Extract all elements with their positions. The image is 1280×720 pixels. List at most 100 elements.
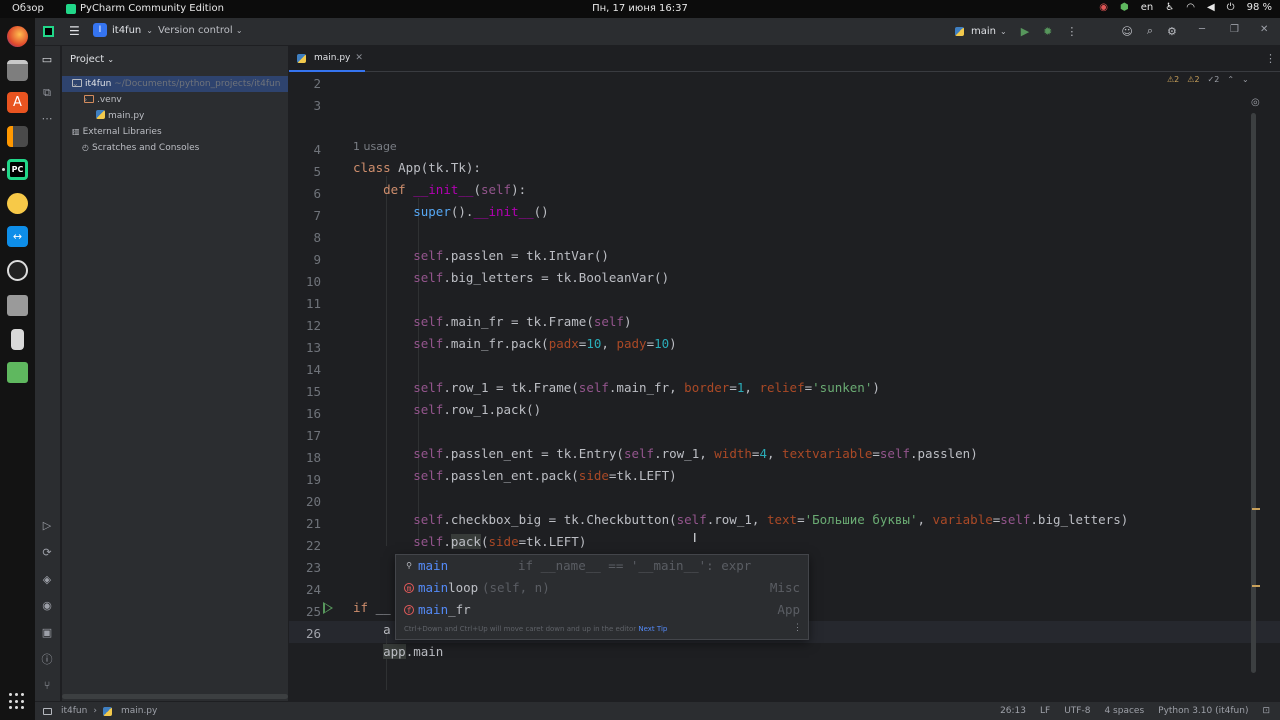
teamviewer-icon[interactable]: ↔ bbox=[7, 226, 28, 247]
volume-icon[interactable]: ◀ bbox=[1207, 2, 1215, 13]
problems-icon[interactable]: ⓘ bbox=[40, 653, 54, 667]
system-tray[interactable]: ◉ ⬢ en ♿ ◠ ◀ ⏻ 98 % bbox=[1099, 2, 1272, 13]
minimize-button[interactable]: ─ bbox=[1199, 24, 1205, 35]
caret-position[interactable]: 26:13 bbox=[1000, 706, 1026, 716]
activities-button[interactable]: Обзор bbox=[12, 3, 44, 14]
breadcrumb: it4fun › main.py bbox=[43, 706, 157, 716]
usage-hint[interactable]: 1 usage bbox=[353, 140, 397, 153]
app-menu[interactable]: PyCharm Community Edition bbox=[66, 3, 224, 14]
code-line: super().__init__() bbox=[413, 204, 549, 219]
shield-icon[interactable]: ⬢ bbox=[1120, 2, 1129, 13]
debug-icon[interactable]: ✹ bbox=[1043, 25, 1052, 38]
project-widget[interactable]: I it4fun ⌄ bbox=[93, 23, 153, 37]
clock[interactable]: Пн, 17 июня 16:37 bbox=[592, 3, 688, 14]
usb-drive-icon[interactable] bbox=[11, 329, 24, 350]
line-number: 6 bbox=[313, 186, 321, 201]
completion-item[interactable]: ⚲ main if __name__ == '__main__': expr bbox=[396, 555, 808, 577]
next-tip-link[interactable]: Next Tip bbox=[638, 625, 667, 633]
lock-icon[interactable]: ⊡ bbox=[1262, 706, 1270, 716]
code-line: class App(tk.Tk): bbox=[353, 160, 481, 175]
close-tab-icon[interactable]: ✕ bbox=[355, 53, 363, 63]
status-bar: it4fun › main.py 26:13 LF UTF-8 4 spaces… bbox=[35, 701, 1280, 720]
ai-assistant-icon[interactable]: ◎ bbox=[1251, 97, 1260, 108]
code-line: self.pack(side=tk.LEFT) bbox=[413, 534, 587, 549]
completion-tip: Ctrl+Down and Ctrl+Up will move caret do… bbox=[404, 625, 668, 633]
tree-item-scratches[interactable]: ◴ Scratches and Consoles bbox=[62, 140, 288, 156]
line-number: 2 bbox=[313, 76, 321, 91]
project-panel-title[interactable]: Project ⌄ bbox=[70, 54, 114, 65]
firefox-icon[interactable] bbox=[7, 26, 28, 47]
tree-item-main-py[interactable]: main.py bbox=[62, 108, 288, 124]
keyboard-layout[interactable]: en bbox=[1141, 2, 1154, 13]
tree-label: it4fun bbox=[85, 79, 112, 89]
power-icon[interactable]: ⏻ bbox=[1227, 2, 1235, 13]
disk-icon[interactable] bbox=[7, 295, 28, 316]
maximize-button[interactable]: ❐ bbox=[1230, 24, 1239, 35]
line-number: 15 bbox=[305, 384, 321, 399]
error-stripe-mark[interactable] bbox=[1252, 585, 1260, 587]
obs-icon[interactable] bbox=[7, 260, 28, 281]
python-interpreter[interactable]: Python 3.10 (it4fun) bbox=[1158, 706, 1248, 716]
main-toolbar: ☰ I it4fun ⌄ Version control ⌄ main ⌄ ▶ … bbox=[35, 18, 1280, 46]
layers-icon[interactable]: ◈ bbox=[40, 573, 54, 587]
gutter[interactable]: 2 3 4 5 6 7 8 9 10 11 12 13 14 15 16 17 … bbox=[289, 73, 351, 706]
settings-gear-icon[interactable]: ⚙ bbox=[1167, 25, 1177, 38]
inspection-widget[interactable]: ⚠2 ⚠2 ✓2 ⌃ ⌄ bbox=[1167, 75, 1249, 84]
run-config-name: main bbox=[971, 25, 996, 37]
breadcrumb-project[interactable]: it4fun bbox=[61, 706, 87, 716]
add-user-icon[interactable]: ☺ bbox=[1121, 25, 1132, 38]
tree-item-external-libraries[interactable]: ›▥ External Libraries bbox=[62, 124, 288, 140]
breadcrumb-file[interactable]: main.py bbox=[121, 706, 157, 716]
tree-item-venv[interactable]: › .venv bbox=[62, 92, 288, 108]
vcs-label: Version control bbox=[158, 25, 233, 36]
chevron-down-icon[interactable]: ⌄ bbox=[1242, 75, 1249, 84]
pinta-icon[interactable] bbox=[7, 193, 28, 214]
battery-level[interactable]: 98 % bbox=[1247, 2, 1272, 13]
python-packages-icon[interactable]: ⟳ bbox=[40, 546, 54, 560]
run-tool-icon[interactable]: ▷ bbox=[40, 519, 54, 533]
completion-item[interactable]: f main_fr App bbox=[396, 599, 808, 621]
terminal-icon[interactable]: ▣ bbox=[40, 626, 54, 640]
library-icon: ▥ bbox=[72, 127, 80, 136]
software-center-icon[interactable]: A bbox=[7, 92, 28, 113]
completion-options-icon[interactable]: ⋮ bbox=[793, 623, 802, 633]
project-tool-icon[interactable]: ▭ bbox=[40, 53, 54, 67]
tab-main-py[interactable]: main.py ✕ bbox=[289, 46, 365, 72]
git-icon[interactable]: ⑂ bbox=[40, 679, 54, 693]
more-tabs-icon[interactable]: ⋮ bbox=[1265, 52, 1276, 65]
tab-label: main.py bbox=[314, 53, 351, 63]
pycharm-dock-icon[interactable]: PC bbox=[7, 159, 28, 180]
wifi-icon[interactable]: ◠ bbox=[1186, 2, 1195, 13]
vertical-scrollbar[interactable] bbox=[1251, 113, 1256, 673]
tree-label: Scratches and Consoles bbox=[91, 143, 200, 153]
more-actions-icon[interactable]: ⋮ bbox=[1066, 25, 1077, 38]
search-icon[interactable]: ⌕ bbox=[1147, 24, 1153, 38]
indent-setting[interactable]: 4 spaces bbox=[1104, 706, 1144, 716]
close-window-button[interactable]: ✕ bbox=[1260, 24, 1268, 35]
run-gutter-icon[interactable] bbox=[323, 602, 333, 614]
version-control-widget[interactable]: Version control ⌄ bbox=[158, 25, 243, 36]
horizontal-scrollbar[interactable] bbox=[62, 694, 288, 699]
error-stripe-mark[interactable] bbox=[1252, 508, 1260, 510]
services-icon[interactable]: ◉ bbox=[40, 599, 54, 613]
structure-tool-icon[interactable]: ⧉ bbox=[40, 86, 54, 100]
files-icon[interactable] bbox=[7, 60, 28, 81]
more-tools-icon[interactable]: ⋯ bbox=[40, 112, 54, 126]
line-number: 21 bbox=[305, 516, 321, 531]
run-config-selector[interactable]: main ⌄ bbox=[955, 26, 1007, 37]
main-menu-icon[interactable]: ☰ bbox=[69, 24, 80, 38]
chevron-up-icon[interactable]: ⌃ bbox=[1227, 75, 1234, 84]
completion-type: App bbox=[777, 602, 800, 617]
method-icon: m bbox=[404, 583, 414, 593]
run-icon[interactable]: ▶ bbox=[1021, 25, 1029, 38]
show-apps-icon[interactable] bbox=[9, 693, 26, 710]
accessibility-icon[interactable]: ♿ bbox=[1165, 2, 1174, 13]
completion-item[interactable]: m mainloop (self, n) Misc bbox=[396, 577, 808, 599]
record-icon[interactable]: ◉ bbox=[1099, 2, 1108, 13]
file-encoding[interactable]: UTF-8 bbox=[1064, 706, 1090, 716]
tree-item-project-root[interactable]: ⌄ it4fun ~/Documents/python_projects/it4f… bbox=[62, 76, 288, 92]
trash-icon[interactable] bbox=[7, 362, 28, 383]
line-separator[interactable]: LF bbox=[1040, 706, 1050, 716]
sublime-text-icon[interactable] bbox=[7, 126, 28, 147]
code-completion-popup[interactable]: ⚲ main if __name__ == '__main__': expr m… bbox=[395, 554, 809, 640]
